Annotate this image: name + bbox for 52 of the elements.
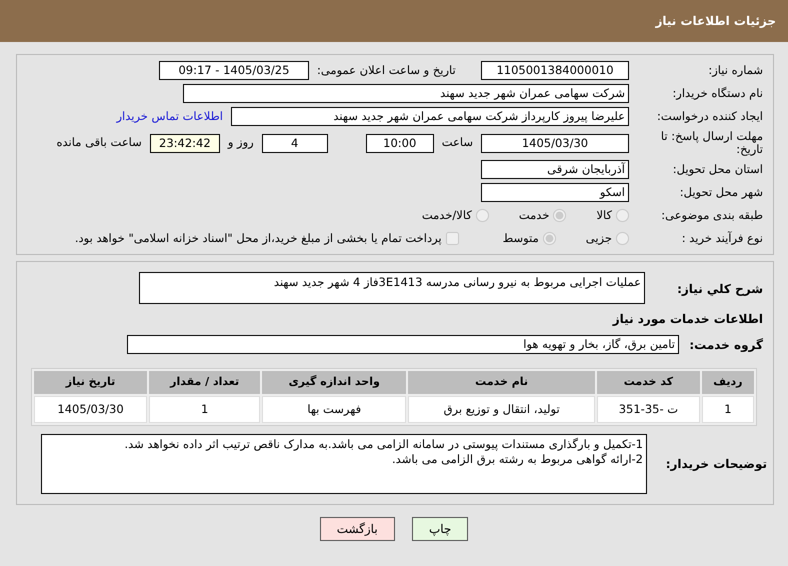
field-label: استان محل تحویل: [672,160,764,178]
column-header: تاریخ نیاز [34,371,148,394]
table-cell: فهرست بها [262,396,406,423]
table-cell: 1 [702,396,754,423]
field-value: 1405/03/30 [481,134,629,152]
field-label: شهر محل تحویل: [678,184,764,201]
option-label: متوسط [502,230,539,247]
print-button[interactable]: چاپ [412,516,468,540]
option-label: جزیی [586,230,612,247]
option-label: خدمت [518,206,550,224]
column-header: کد خدمت [597,371,700,394]
table-cell: ت -35-351 [597,396,700,423]
field-label: ساعت [442,134,473,152]
section-title: اطلاعات خدمات مورد نیاز [611,310,764,328]
column-header: تعداد / مقدار [149,371,260,394]
table-cell: 1405/03/30 [34,396,148,423]
notes-line: 2-ارائه گواهی مربوط به رشته برق الزامی می باشد. [391,452,643,467]
description-field: عملیات اجرایی مربوط به نیرو رسانی مدرسه 3E1413فاز 4 شهر جدید سهند [139,272,645,304]
field-value: اسکو [481,183,629,202]
field-label: گروه خدمت: [688,336,764,354]
column-header: واحد اندازه گیری [262,371,406,394]
checkbox-label: پرداخت تمام یا بخشی از مبلغ خرید،از محل "اسناد خزانه اسلامی" خواهد بود. [74,230,442,247]
column-header: ردیف [702,371,754,394]
notes-line: 1-تکمیل و بارگذاری مستندات پیوستی در سامانه الزامی می باشد.به مدارک ناقص ترتیب اثر داده نخواهد شد. [123,437,643,452]
field-value: 1405/03/25 - 09:17 [158,61,309,80]
field-label: ساعت باقی مانده [56,134,142,152]
field-label: شماره نیاز: [707,62,764,79]
option-label: کالا/خدمت [422,206,472,224]
table-cell: تولید، انتقال و توزیع برق [408,396,596,423]
table-cell: 1 [149,396,260,423]
field-value: آذربایجان شرقی [481,160,629,179]
field-value: 10:00 [366,134,434,152]
remaining-time: 23:42:42 [150,134,220,152]
service-group-field: تامین برق، گاز، بخار و تهویه هوا [127,335,679,354]
field-label: ایجاد کننده درخواست: [656,108,764,125]
field-value: شرکت سهامی عمران شهر جدید سهند [183,84,629,103]
field-label: طبقه بندی موضوعی: [660,206,764,224]
field-label: تاریخ و ساعت اعلان عمومی: [316,62,456,79]
field-label: توضیحات خریدار: [664,456,768,473]
page-title: جزئیات اطلاعات نیاز [655,13,776,30]
contact-link[interactable]: اطلاعات تماس خریدار [116,108,223,126]
field-value: 4 [262,134,328,152]
field-value: علیرضا پیروز کارپرداز شرکت سهامی عمران شهر جدید سهند [231,107,629,126]
field-label: روز و [228,134,254,152]
column-header: نام خدمت [408,371,596,394]
field-label: نوع فرآیند خرید : [680,230,764,247]
field-label: مهلت ارسال پاسخ: تا تاریخ: [660,130,764,156]
field-label: نام دستگاه خریدار: [671,84,764,102]
option-label: کالا [596,206,612,224]
field-value: 1105001384000010 [481,61,629,80]
back-button[interactable]: بازگشت [320,516,395,540]
field-label: شرح کلي نياز: [676,280,764,298]
